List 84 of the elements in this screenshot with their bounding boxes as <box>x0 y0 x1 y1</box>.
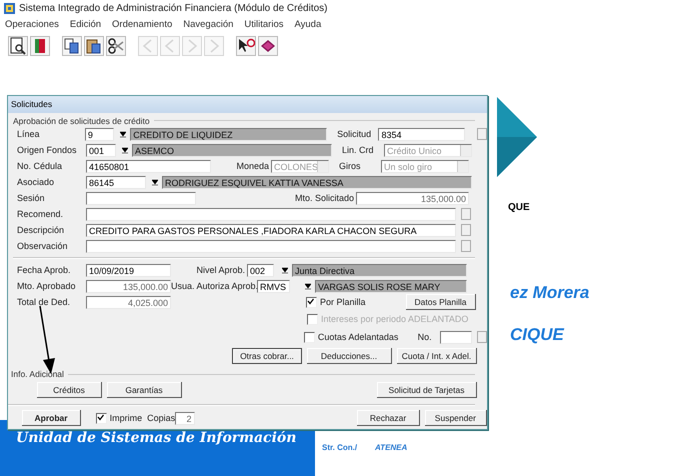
cards-request-button[interactable]: Solicitud de Tarjetas <box>377 382 477 398</box>
code-field[interactable]: 001 <box>86 144 116 156</box>
heading-text: QUE <box>508 202 530 213</box>
field-label: Observación <box>17 241 69 251</box>
reject-button[interactable]: Rechazar <box>357 410 420 426</box>
menu-item[interactable]: Ordenamiento <box>112 18 172 30</box>
server-label: Str. Con./ <box>322 443 358 452</box>
date-field[interactable]: 10/09/2019 <box>86 264 171 276</box>
payroll-data-button[interactable]: Datos Planilla <box>406 294 476 310</box>
field-label: Recomend. <box>17 209 64 219</box>
id-field[interactable]: 41650801 <box>86 160 211 172</box>
description-field: ASEMCO <box>132 144 332 156</box>
field-label: Fecha Aprob. <box>17 265 72 275</box>
suspend-button[interactable]: Suspender <box>424 410 487 426</box>
advance-quotas-checkbox[interactable]: Cuotas Adelantadas <box>304 332 418 342</box>
credits-button[interactable]: Créditos <box>37 382 102 398</box>
number-field[interactable] <box>440 330 472 344</box>
deductions-button[interactable]: Deducciones... <box>307 348 392 364</box>
group-title: Aprobación de solicitudes de crédito <box>13 116 150 126</box>
copies-field[interactable]: 2 <box>175 412 195 424</box>
field-label: No. Cédula <box>17 161 64 171</box>
check-icon <box>307 298 314 304</box>
menu-item[interactable]: Edición <box>70 18 102 30</box>
down-arrow-icon <box>120 130 126 138</box>
down-arrow-icon <box>305 282 311 290</box>
field-label: Usua. Autoriza Aprob. <box>171 281 257 291</box>
copy-icon[interactable] <box>62 36 82 56</box>
collect-button[interactable]: Otras cobrar... <box>232 348 302 364</box>
app-icon <box>4 2 15 14</box>
level-name-field: Junta Directiva <box>292 264 467 276</box>
user-name-field: VARGAS SOLIS ROSE MARY <box>315 280 467 292</box>
field-label: Mto. Aprobado <box>17 281 77 291</box>
deductions-field[interactable]: 4,025.000 <box>86 296 171 308</box>
field-label: Total de Ded. <box>17 297 72 307</box>
field-label: Descripción <box>17 225 66 235</box>
notes-field[interactable] <box>86 240 456 252</box>
window-title: Sistema Integrado de Administración Financiera (Módulo de Créditos) <box>19 2 328 14</box>
approve-button[interactable]: Aprobar <box>22 410 82 426</box>
dialog-title: Solicitudes <box>8 96 487 113</box>
amount-field[interactable]: 135,000.00 <box>86 280 171 292</box>
code-field[interactable]: 002 <box>247 264 274 276</box>
payroll-checkbox[interactable]: Por Planilla <box>306 296 406 308</box>
field-label: Moneda <box>235 161 270 171</box>
field-label: Asociado <box>17 177 56 187</box>
code-field[interactable]: 86145 <box>86 176 146 188</box>
help-icon[interactable] <box>236 36 256 56</box>
paste-icon[interactable] <box>84 36 104 56</box>
guarantees-button[interactable]: Garantías <box>107 382 182 398</box>
down-arrow-icon <box>152 178 158 186</box>
field-label: Copias <box>147 413 176 423</box>
page-preview-icon[interactable] <box>8 36 28 56</box>
menu-item[interactable]: Utilitarios <box>244 18 284 30</box>
heading-text: ez Morera <box>510 283 590 303</box>
description-field: CREDITO DE LIQUIDEZ <box>130 128 328 140</box>
down-arrow-icon <box>282 266 288 274</box>
field-label: Línea <box>17 129 41 139</box>
down-arrow-icon <box>122 146 128 154</box>
menu-item[interactable]: Ayuda <box>294 18 322 30</box>
menu-item[interactable]: Navegación <box>183 18 234 30</box>
recommendation-field[interactable] <box>86 208 456 220</box>
group-title: Info. Adicional <box>11 369 64 379</box>
check-icon <box>96 414 104 420</box>
field-label: Lin. Crd <box>342 145 375 155</box>
user-code-field[interactable]: RMVS <box>257 280 290 292</box>
request-field[interactable]: 8354 <box>378 128 466 140</box>
server-name: ATENEA <box>375 443 408 452</box>
quota-button[interactable]: Cuota / Int. x Adel. <box>397 348 477 364</box>
field-label: Origen Fondos <box>17 145 78 155</box>
field-label: Giros <box>339 161 362 171</box>
menu-item[interactable]: Operaciones <box>5 18 59 30</box>
cut-icon[interactable] <box>106 36 126 56</box>
field-label: Nivel Aprob. <box>195 265 246 275</box>
field-label: Mto. Solicitado <box>294 193 355 203</box>
member-name-field: RODRIGUEZ ESQUIVEL KATTIA VANESSA <box>162 176 472 188</box>
print-checkbox[interactable]: Imprime <box>96 412 142 424</box>
heading-text: CIQUE <box>510 325 564 345</box>
session-field[interactable] <box>86 192 196 204</box>
field-label: Sesión <box>17 193 46 203</box>
field-label: Solicitud <box>337 129 372 139</box>
field-label: No. <box>418 332 433 342</box>
amount-field[interactable]: 135,000.00 <box>356 192 469 204</box>
description-field[interactable]: CREDITO PARA GASTOS PERSONALES ,FIADORA KARLA CHACON SEGURA <box>86 224 456 236</box>
code-field[interactable]: 9 <box>84 128 114 140</box>
banner-text: Unidad de Sistemas de Información <box>16 430 296 446</box>
